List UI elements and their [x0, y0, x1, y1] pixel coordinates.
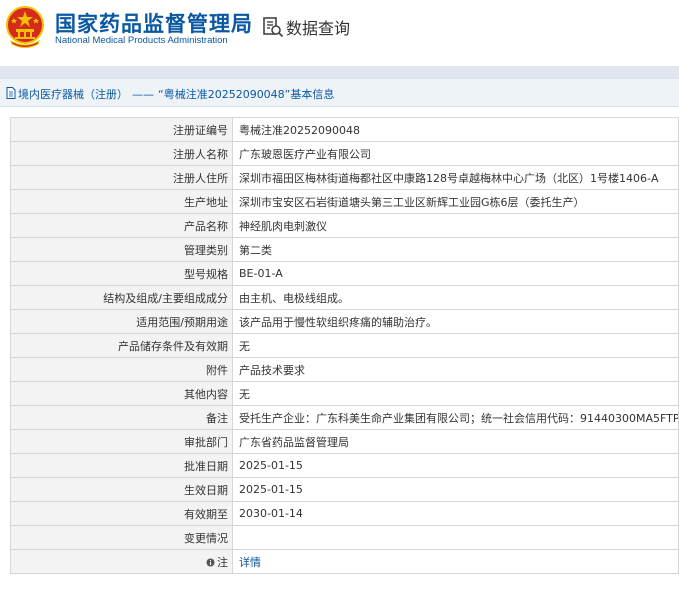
row-label: 生效日期	[10, 477, 233, 502]
row-value: 2030-01-14	[232, 501, 679, 526]
document-icon	[6, 87, 16, 99]
row-label: 注册人名称	[10, 141, 233, 166]
details-link[interactable]: 详情	[239, 556, 261, 569]
breadcrumb-category: 境内医疗器械（注册）	[18, 88, 128, 101]
row-value: BE-01-A	[232, 261, 679, 286]
breadcrumb: 境内医疗器械（注册） —— “粤械注准20252090048”基本信息	[0, 78, 679, 107]
row-label: 结构及组成/主要组成成分	[10, 285, 233, 310]
breadcrumb-text: 境内医疗器械（注册） —— “粤械注准20252090048”基本信息	[18, 86, 334, 102]
page-title: 数据查询	[286, 19, 351, 38]
agency-name-cn: 国家药品监督管理局	[55, 12, 253, 36]
row-label: 审批部门	[10, 429, 233, 454]
row-value: 深圳市福田区梅林街道梅都社区中康路128号卓越梅林中心广场（北区）1号楼1406…	[232, 165, 679, 190]
table-row: 型号规格 BE-01-A	[10, 261, 679, 286]
note-value-cell: 详情	[232, 549, 679, 574]
row-value: 产品技术要求	[232, 357, 679, 382]
table-row: 结构及组成/主要组成成分 由主机、电极线组成。	[10, 285, 679, 310]
row-value: 无	[232, 333, 679, 358]
row-label: 型号规格	[10, 261, 233, 286]
header-divider	[0, 66, 679, 78]
row-value: 2025-01-15	[232, 477, 679, 502]
row-label: 其他内容	[10, 381, 233, 406]
row-label: 有效期至	[10, 501, 233, 526]
row-label: 变更情况	[10, 525, 233, 550]
row-value: 深圳市宝安区石岩街道塘头第三工业区新辉工业园G栋6层（委托生产）	[232, 189, 679, 214]
table-row: 产品名称 神经肌肉电刺激仪	[10, 213, 679, 238]
info-note-icon	[206, 558, 215, 566]
table-row: 生效日期 2025-01-15	[10, 477, 679, 502]
row-label: 管理类别	[10, 237, 233, 262]
row-value: 由主机、电极线组成。	[232, 285, 679, 310]
row-label: 注册人住所	[10, 165, 233, 190]
breadcrumb-separator: ——	[132, 88, 154, 101]
site-header: 国家药品监督管理局 National Medical Products Admi…	[0, 0, 679, 54]
note-label: 注	[217, 555, 228, 569]
table-row: 附件 产品技术要求	[10, 357, 679, 382]
table-row: 产品储存条件及有效期无	[10, 333, 679, 358]
table-row: 注册证编号 粤械注准20252090048	[10, 117, 679, 142]
table-row: 注册人住所 深圳市福田区梅林街道梅都社区中康路128号卓越梅林中心广场（北区）1号…	[10, 165, 679, 190]
row-label: 生产地址	[10, 189, 233, 214]
row-label: 注册证编号	[10, 117, 233, 142]
row-value: 第二类	[232, 237, 679, 262]
row-label: 产品储存条件及有效期	[10, 333, 233, 358]
row-value: 粤械注准20252090048	[232, 117, 679, 142]
table-row: 批准日期 2025-01-15	[10, 453, 679, 478]
table-row: 备注 受托生产企业：广东科美生命产业集团有限公司；统一社会信用代码：9144030…	[10, 405, 679, 430]
row-value: 广东玻恩医疗产业有限公司	[232, 141, 679, 166]
row-value	[232, 525, 679, 550]
row-value: 广东省药品监督管理局	[232, 429, 679, 454]
national-emblem-icon	[6, 6, 44, 48]
row-value: 受托生产企业：广东科美生命产业集团有限公司；统一社会信用代码：91440300M…	[232, 405, 679, 430]
row-value: 2025-01-15	[232, 453, 679, 478]
row-value: 该产品用于慢性软组织疼痛的辅助治疗。	[232, 309, 679, 334]
note-label-cell: 注	[10, 549, 233, 574]
row-label: 批准日期	[10, 453, 233, 478]
table-row: 审批部门 广东省药品监督管理局	[10, 429, 679, 454]
table-row: 有效期至 2030-01-14	[10, 501, 679, 526]
row-label: 附件	[10, 357, 233, 382]
row-value: 神经肌肉电刺激仪	[232, 213, 679, 238]
table-row: 管理类别 第二类	[10, 237, 679, 262]
table-row: 适用范围/预期用途 该产品用于慢性软组织疼痛的辅助治疗。	[10, 309, 679, 334]
row-label: 备注	[10, 405, 233, 430]
row-label: 产品名称	[10, 213, 233, 238]
table-row: 生产地址 深圳市宝安区石岩街道塘头第三工业区新辉工业园G栋6层（委托生产）	[10, 189, 679, 214]
row-value: 无	[232, 381, 679, 406]
agency-name-en: National Medical Products Administration	[55, 35, 228, 46]
table-row: 其他内容无	[10, 381, 679, 406]
table-row: 变更情况	[10, 525, 679, 550]
table-row: 注册人名称 广东玻恩医疗产业有限公司	[10, 141, 679, 166]
table-row-note: 注 详情	[10, 549, 679, 574]
data-query-icon	[263, 17, 284, 38]
registration-detail-table: 注册证编号 粤械注准20252090048 注册人名称 广东玻恩医疗产业有限公司 注…	[10, 117, 679, 574]
row-label: 适用范围/预期用途	[10, 309, 233, 334]
breadcrumb-subject: “粤械注准20252090048”基本信息	[158, 88, 335, 101]
